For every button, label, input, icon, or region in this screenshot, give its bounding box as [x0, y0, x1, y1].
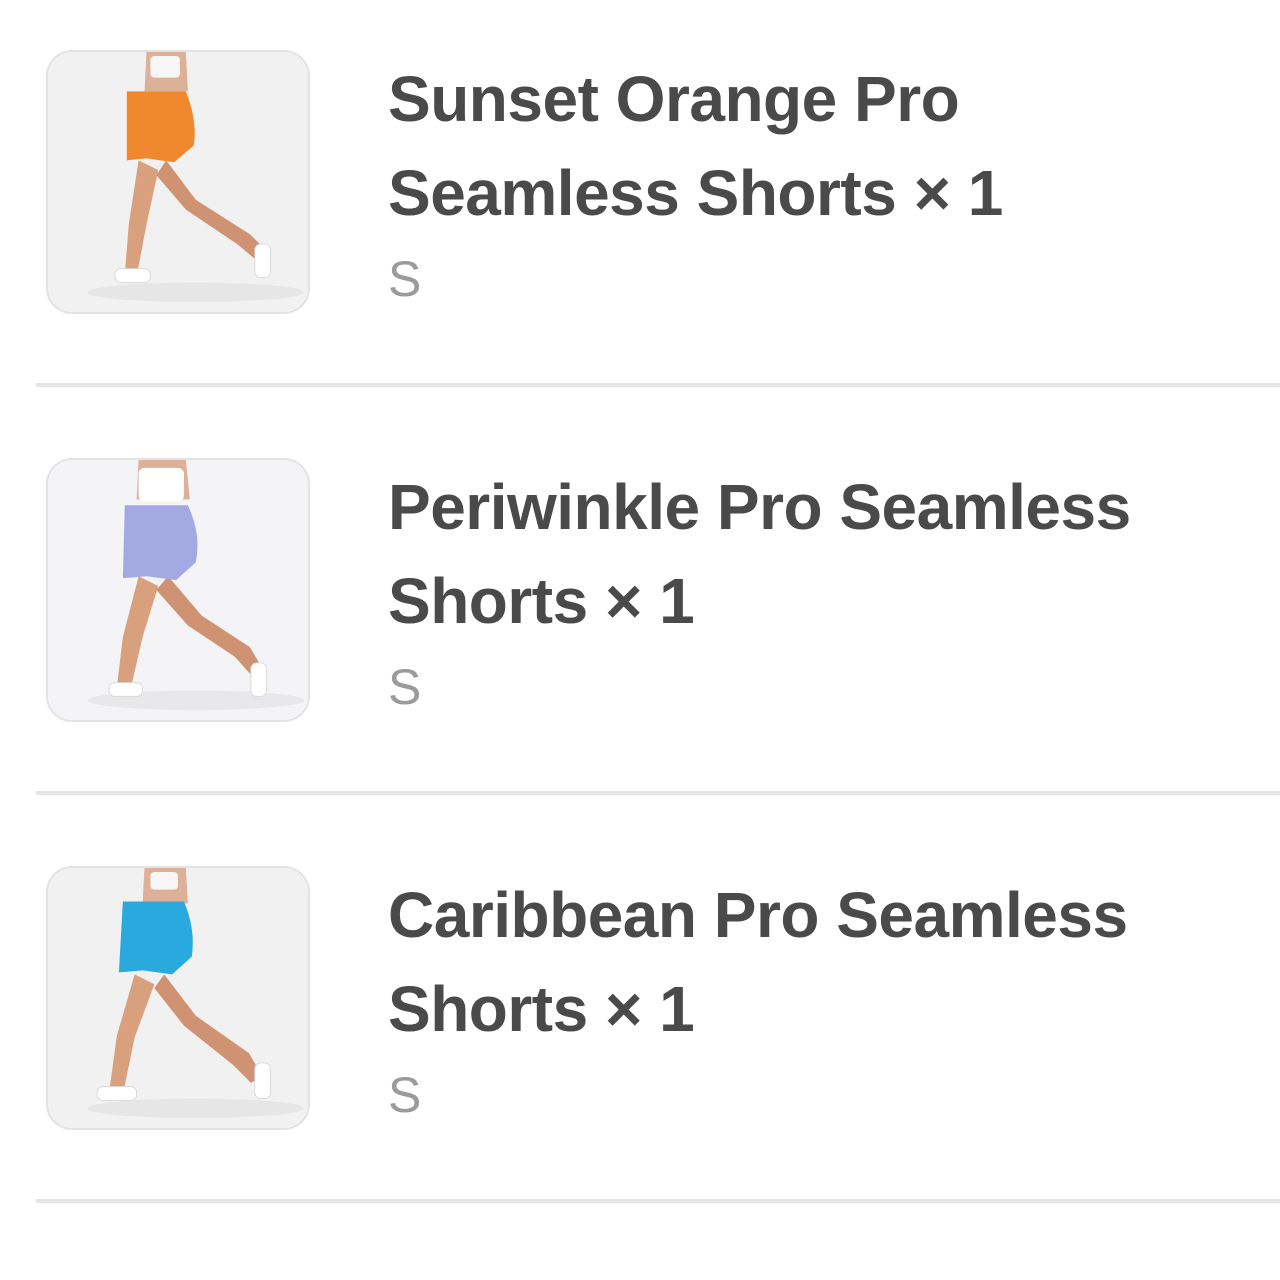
product-variant: S [388, 659, 422, 715]
product-thumbnail [46, 458, 310, 722]
order-item[interactable]: Sunset Orange Pro Seamless Shorts × 1 S [0, 0, 1280, 408]
order-item[interactable]: Periwinkle Pro Seamless Shorts × 1 S [0, 408, 1280, 816]
divider [36, 383, 1280, 387]
product-photo-icon [48, 52, 308, 312]
product-thumbnail [46, 866, 310, 1130]
product-variant: S [388, 1067, 422, 1123]
order-items-list: Sunset Orange Pro Seamless Shorts × 1 S … [0, 0, 1280, 1280]
order-item[interactable]: Caribbean Pro Seamless Shorts × 1 S [0, 816, 1280, 1224]
product-photo-icon [48, 868, 308, 1128]
product-title: Periwinkle Pro Seamless Shorts × 1 [388, 471, 1131, 637]
product-variant: S [388, 251, 422, 307]
product-photo-icon [48, 460, 308, 720]
divider [36, 791, 1280, 795]
product-thumbnail [46, 50, 310, 314]
divider [36, 1199, 1280, 1203]
product-title: Sunset Orange Pro Seamless Shorts × 1 [388, 63, 1003, 229]
product-title: Caribbean Pro Seamless Shorts × 1 [388, 879, 1128, 1045]
